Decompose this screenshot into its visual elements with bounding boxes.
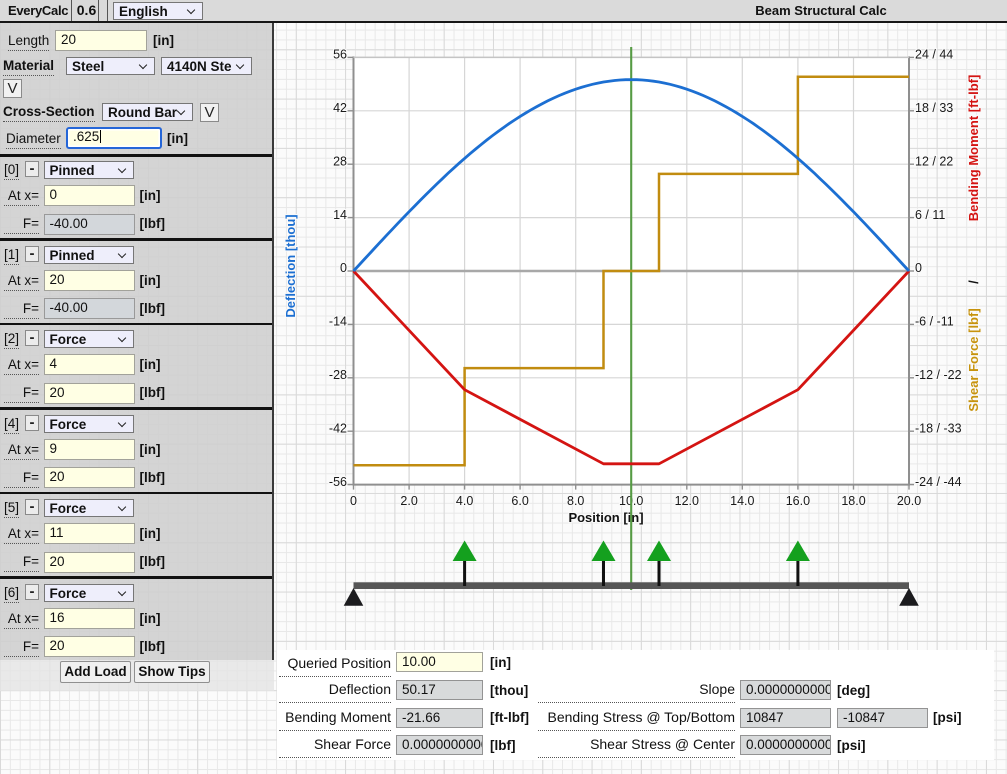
svg-text:0: 0 (340, 261, 347, 275)
svg-text:28: 28 (333, 154, 347, 168)
svg-text:-28: -28 (329, 368, 347, 382)
svg-text:Shear Force [lbf]: Shear Force [lbf] (966, 308, 981, 411)
svg-text:6 / 11: 6 / 11 (915, 208, 945, 222)
svg-text:-14: -14 (329, 315, 347, 329)
svg-text:14.0: 14.0 (730, 494, 754, 508)
svg-text:Bending Moment [ft-lbf]: Bending Moment [ft-lbf] (966, 75, 981, 222)
svg-text:Deflection [thou]: Deflection [thou] (283, 214, 298, 317)
svg-text:20.0: 20.0 (897, 494, 921, 508)
svg-text:4.0: 4.0 (456, 494, 473, 508)
svg-text:6.0: 6.0 (511, 494, 528, 508)
svg-text:18.0: 18.0 (841, 494, 865, 508)
svg-text:12.0: 12.0 (675, 494, 699, 508)
svg-text:42: 42 (333, 101, 347, 115)
svg-text:56: 56 (333, 48, 347, 62)
svg-text:24 / 44: 24 / 44 (915, 48, 953, 62)
svg-text:-12 / -22: -12 / -22 (915, 368, 962, 382)
svg-text:8.0: 8.0 (567, 494, 584, 508)
svg-text:-18 / -33: -18 / -33 (915, 421, 962, 435)
svg-text:2.0: 2.0 (400, 494, 417, 508)
svg-text:/: / (966, 280, 981, 284)
svg-text:0: 0 (350, 494, 357, 508)
svg-text:0: 0 (915, 261, 922, 275)
svg-text:12 / 22: 12 / 22 (915, 154, 953, 168)
svg-text:14: 14 (333, 208, 347, 222)
svg-text:-56: -56 (329, 475, 347, 489)
svg-text:Position [in]: Position [in] (568, 510, 643, 525)
svg-text:-24 / -44: -24 / -44 (915, 475, 962, 489)
svg-text:16.0: 16.0 (786, 494, 810, 508)
svg-text:18 / 33: 18 / 33 (915, 101, 953, 115)
svg-text:-6 / -11: -6 / -11 (915, 315, 954, 329)
svg-text:-42: -42 (329, 421, 347, 435)
